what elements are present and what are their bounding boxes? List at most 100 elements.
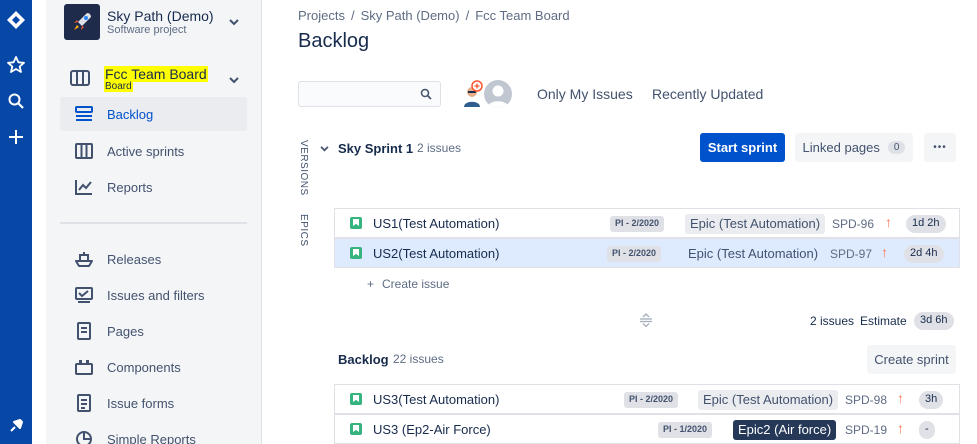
columns-icon — [74, 141, 94, 161]
linked-pages-button[interactable]: Linked pages 0 — [795, 133, 913, 162]
breadcrumb-project[interactable]: Sky Path (Demo) — [361, 8, 460, 23]
sidebar-divider — [60, 222, 247, 224]
issue-key[interactable]: SPD-98 — [845, 393, 887, 407]
avatar-unassigned[interactable] — [484, 80, 512, 108]
quick-filter-only-my-issues[interactable]: Only My Issues — [537, 86, 633, 102]
priority-high-icon: ↑ — [885, 214, 892, 230]
estimate-badge: - — [919, 421, 935, 439]
backlog-issue-count: 22 issues — [393, 352, 444, 366]
board-name: Fcc Team Board — [104, 66, 208, 82]
jira-logo-icon[interactable] — [0, 6, 32, 34]
table-row[interactable]: US2(Test Automation) PI - 2/2020 Epic (T… — [334, 238, 960, 268]
issue-key[interactable]: SPD-19 — [845, 423, 887, 437]
sidebar-item-issue-forms[interactable]: Issue forms — [60, 386, 247, 420]
sidebar-item-label: Reports — [107, 179, 153, 195]
start-sprint-button[interactable]: Start sprint — [700, 133, 785, 162]
table-row[interactable]: US1(Test Automation) PI - 2/2020 Epic (T… — [334, 208, 960, 238]
search-icon — [420, 88, 432, 103]
sidebar-item-label: Issue forms — [107, 395, 175, 411]
plus-icon[interactable] — [0, 123, 32, 151]
estimate-badge: 1d 2h — [906, 215, 946, 233]
story-icon — [350, 423, 362, 435]
create-issue-button[interactable]: + Create issue — [367, 277, 449, 291]
search-box — [298, 81, 441, 107]
chart-icon — [74, 177, 94, 197]
tab-versions[interactable]: VERSIONS — [298, 140, 309, 196]
priority-high-icon: ↑ — [897, 390, 904, 406]
more-actions-button[interactable]: ••• — [924, 133, 956, 162]
sidebar-item-pages[interactable]: Pages — [60, 314, 247, 348]
sprint-footer-count: 2 issues — [810, 314, 855, 328]
quick-filter-recently-updated[interactable]: Recently Updated — [652, 86, 763, 102]
search-icon[interactable] — [0, 87, 32, 115]
table-row[interactable]: US3 (Ep2-Air Force) PI - 1/2020 Epic2 (A… — [334, 414, 960, 444]
epic-label[interactable]: Epic (Test Automation) — [698, 390, 839, 410]
epic-label[interactable]: Epic2 (Air force) — [733, 420, 837, 440]
board-switcher[interactable]: Fcc Team Board Board — [64, 62, 254, 96]
estimate-badge: 3h — [919, 391, 944, 409]
priority-high-icon: ↑ — [881, 244, 888, 260]
epic-label[interactable]: Epic (Test Automation) — [685, 214, 826, 234]
sprint-footer-estimate-label: Estimate — [860, 314, 907, 328]
filter-list-icon — [74, 285, 94, 305]
issue-summary[interactable]: US2(Test Automation) — [373, 246, 499, 261]
sprint-name: Sky Sprint 1 — [338, 141, 414, 156]
avatar[interactable] — [458, 80, 486, 108]
sidebar-item-active-sprints[interactable]: Active sprints — [60, 134, 247, 168]
sprint-issue-count: 2 issues — [417, 141, 462, 155]
component-icon — [74, 357, 94, 377]
linked-pages-label: Linked pages — [802, 140, 880, 155]
rocket-icon — [64, 4, 100, 40]
issue-summary[interactable]: US3(Test Automation) — [373, 392, 499, 407]
project-sidebar: Sky Path (Demo) Software project Fcc Tea… — [46, 0, 262, 444]
sidebar-item-reports[interactable]: Reports — [60, 170, 247, 204]
pi-label: PI - 2/2020 — [624, 392, 679, 408]
sidebar-item-label: Components — [107, 359, 181, 375]
project-switcher[interactable]: Sky Path (Demo) Software project — [64, 4, 254, 42]
sidebar-item-label: Issues and filters — [107, 287, 205, 303]
pie-chart-icon — [74, 429, 94, 444]
table-row[interactable]: US3(Test Automation) PI - 2/2020 Epic (T… — [334, 384, 960, 414]
drag-handle-icon[interactable] — [639, 313, 653, 328]
breadcrumb: Projects / Sky Path (Demo) / Fcc Team Board — [298, 8, 570, 23]
story-icon — [350, 247, 362, 259]
search-input[interactable] — [299, 82, 414, 106]
story-icon — [350, 217, 362, 229]
sidebar-item-issues-filters[interactable]: Issues and filters — [60, 278, 247, 312]
feedback-icon[interactable] — [0, 412, 32, 440]
sidebar-item-label: Releases — [107, 251, 162, 267]
estimate-badge: 2d 4h — [904, 245, 944, 263]
issue-summary[interactable]: US3 (Ep2-Air Force) — [373, 422, 491, 437]
sidebar-item-releases[interactable]: Releases — [60, 242, 247, 276]
tab-epics[interactable]: EPICS — [298, 214, 309, 247]
backlog-icon — [74, 104, 94, 124]
chevron-down-icon[interactable] — [228, 16, 240, 28]
project-name: Sky Path (Demo) — [107, 8, 214, 24]
sidebar-item-label: Backlog — [107, 106, 154, 122]
pi-label: PI - 2/2020 — [610, 216, 665, 232]
star-icon[interactable] — [0, 51, 32, 79]
pi-label: PI - 2/2020 — [607, 246, 662, 262]
issue-key[interactable]: SPD-96 — [832, 217, 874, 231]
page-icon — [74, 321, 94, 341]
board-icon — [70, 70, 90, 89]
plus-icon: + — [367, 277, 375, 291]
chevron-down-icon[interactable] — [318, 143, 330, 155]
breadcrumb-projects[interactable]: Projects — [298, 8, 345, 23]
breadcrumb-board[interactable]: Fcc Team Board — [475, 8, 569, 23]
ship-icon — [74, 249, 94, 269]
sidebar-item-label: Pages — [107, 323, 144, 339]
board-type: Board — [104, 81, 133, 92]
pi-label: PI - 1/2020 — [658, 422, 713, 438]
story-icon — [350, 393, 362, 405]
issue-key[interactable]: SPD-97 — [830, 247, 872, 261]
issue-summary[interactable]: US1(Test Automation) — [373, 216, 499, 231]
sidebar-item-label: Simple Reports — [107, 431, 196, 444]
sidebar-item-simple-reports[interactable]: Simple Reports — [60, 422, 247, 444]
sidebar-item-backlog[interactable]: Backlog — [60, 97, 247, 131]
chevron-down-icon[interactable] — [228, 74, 240, 86]
form-icon — [74, 393, 94, 413]
epic-label[interactable]: Epic (Test Automation) — [683, 244, 823, 264]
create-sprint-button[interactable]: Create sprint — [867, 345, 956, 374]
sidebar-item-components[interactable]: Components — [60, 350, 247, 384]
